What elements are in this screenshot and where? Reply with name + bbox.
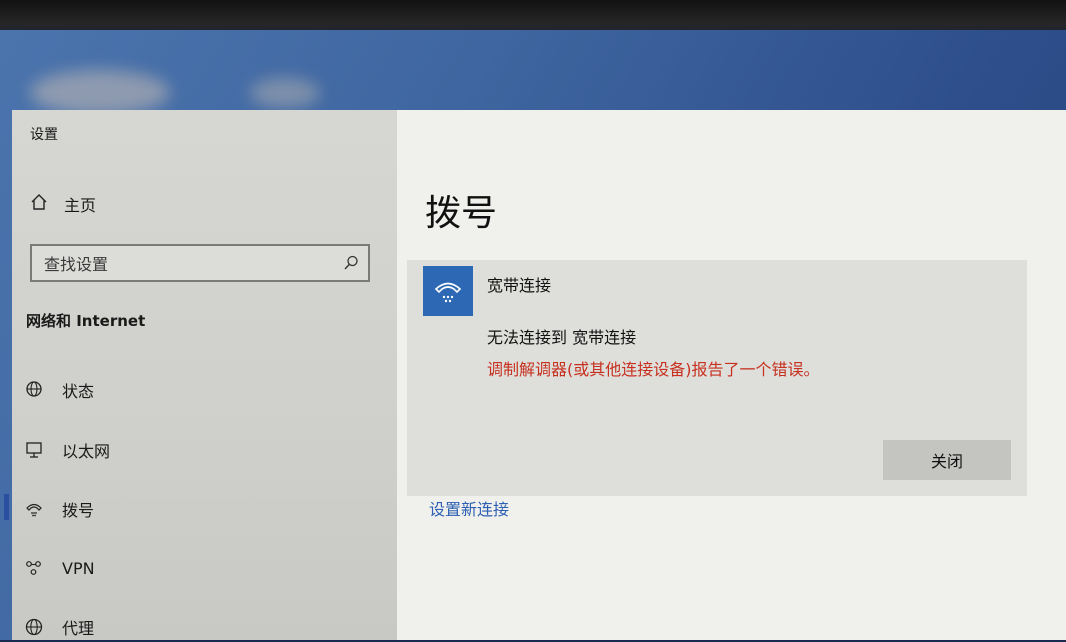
error-title: 无法连接到 宽带连接 [487, 328, 637, 347]
sidebar: 设置 主页 网络和 Internet 状态 以太网 [4, 110, 397, 642]
close-button[interactable]: 关闭 [883, 440, 1011, 480]
page-title: 拨号 [425, 193, 498, 234]
search-input[interactable] [42, 252, 336, 276]
ethernet-icon [24, 440, 44, 460]
home-icon [30, 193, 48, 215]
main-content: 拨号 宽带连接 无法连接到 宽带连接 调制解调器(或其他连接设备)报告了一个错误… [397, 110, 1066, 640]
sidebar-item-dialup[interactable]: 拨号 [24, 494, 94, 524]
sidebar-item-label: VPN [62, 558, 95, 578]
monitor-bezel [0, 0, 1066, 34]
wallpaper-cloud [30, 70, 170, 115]
sidebar-item-label: 代理 [62, 619, 95, 638]
sidebar-item-status[interactable]: 状态 [24, 375, 94, 405]
sidebar-item-label: 拨号 [62, 501, 95, 520]
search-icon[interactable] [342, 254, 360, 276]
sidebar-item-label: 状态 [62, 382, 95, 401]
home-nav[interactable]: 主页 [30, 192, 96, 216]
connection-name: 宽带连接 [487, 276, 552, 295]
section-title: 网络和 Internet [26, 312, 146, 330]
dialup-connection-icon [423, 266, 473, 316]
vpn-icon [24, 558, 44, 578]
sidebar-item-label: 以太网 [62, 442, 111, 461]
search-box[interactable] [30, 244, 370, 282]
window-title: 设置 [30, 127, 58, 143]
wallpaper-cloud [250, 78, 320, 108]
sidebar-item-vpn[interactable]: VPN [24, 553, 95, 583]
globe-icon [24, 617, 44, 637]
error-message: 调制解调器(或其他连接设备)报告了一个错误。 [487, 360, 820, 379]
dialup-icon [24, 499, 44, 519]
setup-new-connection-link[interactable]: 设置新连接 [429, 496, 509, 520]
sidebar-item-ethernet[interactable]: 以太网 [24, 435, 110, 465]
globe-status-icon [24, 380, 44, 400]
settings-window: 设置 主页 网络和 Internet 状态 以太网 [4, 110, 1066, 642]
home-label: 主页 [64, 196, 97, 215]
sidebar-item-proxy[interactable]: 代理 [24, 612, 94, 642]
selected-indicator [4, 494, 9, 520]
connection-card[interactable]: 宽带连接 无法连接到 宽带连接 调制解调器(或其他连接设备)报告了一个错误。 关… [407, 260, 1027, 496]
